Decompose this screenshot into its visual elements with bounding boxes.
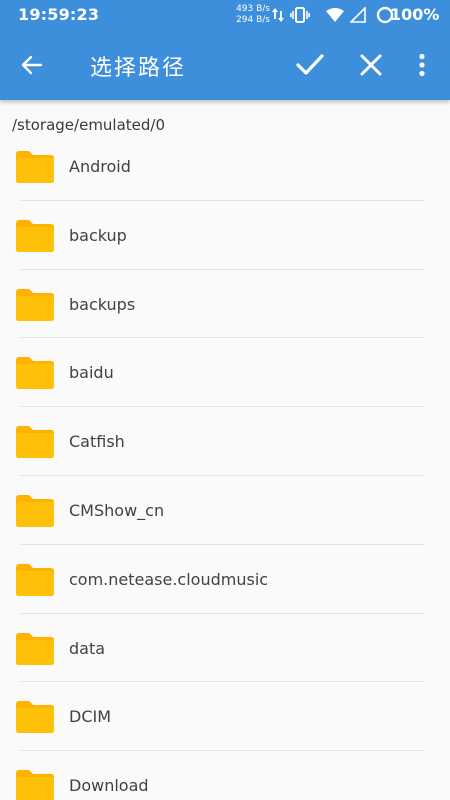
folder-name: backup <box>69 225 127 245</box>
folder-item[interactable]: Android <box>0 132 450 201</box>
folder-name: Download <box>69 776 149 796</box>
folder-item[interactable]: CMShow_cn <box>0 476 450 545</box>
confirm-button[interactable] <box>294 49 326 81</box>
folder-name: data <box>69 638 106 658</box>
folder-icon <box>16 219 54 252</box>
folder-name: backups <box>69 294 136 314</box>
back-button[interactable] <box>18 51 46 79</box>
folder-item[interactable]: Download <box>0 751 450 800</box>
no-signal-icon <box>350 7 366 23</box>
folder-item[interactable]: backups <box>0 270 450 339</box>
folder-item[interactable]: backup <box>0 201 450 270</box>
folder-icon <box>16 563 54 596</box>
status-icons <box>272 6 400 24</box>
arrow-back-icon <box>21 55 43 75</box>
folder-icon <box>16 288 54 321</box>
folder-item[interactable]: DCIM <box>0 682 450 752</box>
close-button[interactable] <box>356 50 386 80</box>
data-transfer-icon <box>272 7 284 23</box>
network-speed: 493 B/s 294 B/s <box>234 4 270 26</box>
wifi-icon <box>326 8 344 22</box>
more-options-button[interactable] <box>410 50 434 80</box>
folder-icon <box>16 770 54 800</box>
folder-name: CMShow_cn <box>69 500 165 520</box>
upload-speed: 493 B/s <box>236 4 270 14</box>
check-icon <box>296 54 324 75</box>
folder-icon <box>16 632 54 665</box>
folder-icon <box>16 494 54 527</box>
vibrate-icon <box>290 7 310 23</box>
page-title: 选择路径 <box>90 56 187 81</box>
folder-name: Catfish <box>69 432 125 452</box>
folder-icon <box>16 426 54 459</box>
folder-name: Android <box>69 157 131 176</box>
folder-icon <box>16 701 54 734</box>
folder-list: Android backup backups baidu Catfish CMShow_c… <box>0 132 450 800</box>
folder-name: DCIM <box>69 707 112 727</box>
app-bar: 选择路径 <box>0 30 450 100</box>
status-bar: 19:59:23 493 B/s 294 B/s 100% <box>0 0 450 30</box>
status-time: 19:59:23 <box>18 5 100 24</box>
folder-name: baidu <box>69 363 114 383</box>
download-speed: 294 B/s <box>236 15 270 25</box>
folder-name: com.netease.cloudmusic <box>69 569 269 589</box>
folder-item[interactable]: Catfish <box>0 407 450 476</box>
folder-icon <box>16 357 54 390</box>
battery-percent: 100% <box>390 5 440 24</box>
close-icon <box>360 54 382 76</box>
folder-icon <box>16 151 54 183</box>
folder-item[interactable]: baidu <box>0 338 450 408</box>
more-vert-icon <box>419 53 425 77</box>
folder-item[interactable]: com.netease.cloudmusic <box>0 545 450 614</box>
screen: 19:59:23 493 B/s 294 B/s 100% 选择路径 /stor… <box>0 0 450 800</box>
folder-item[interactable]: data <box>0 614 450 683</box>
